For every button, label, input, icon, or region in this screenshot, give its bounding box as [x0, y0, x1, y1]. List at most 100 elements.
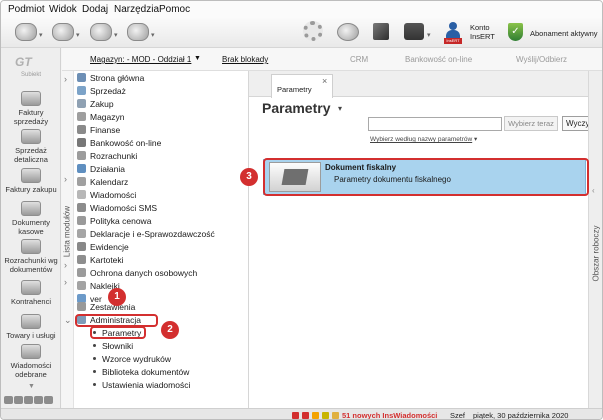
gear-icon[interactable] [303, 21, 323, 41]
nav-wiadomosci[interactable]: Wiadomości odebrane [1, 344, 61, 379]
module-list-strip[interactable]: Lista modułów [62, 71, 74, 408]
account-icon[interactable]: InsERT [444, 22, 462, 44]
chevron-down-icon[interactable]: ▼ [28, 383, 35, 390]
module-kartoteki[interactable]: Kartoteki [77, 255, 124, 265]
module-finanse[interactable]: Finanse [77, 125, 120, 135]
konto-brand: InsERT [470, 32, 495, 41]
nav-dokumenty-kasowe[interactable]: Dokumenty kasowe [1, 201, 61, 236]
chevron-down-icon[interactable]: ▾ [39, 31, 43, 39]
main-toolbar: ▾ ▾ ▾ ▾ ▾ InsERT Konto InsERT ✓ Abonamen… [1, 18, 602, 48]
tab-label: Parametry [277, 85, 312, 94]
tab-parametry[interactable]: Parametry × [271, 74, 333, 98]
computer-icon[interactable] [404, 23, 424, 40]
chevron-down-icon[interactable]: ▾ [338, 104, 342, 113]
module-ochrona-danych[interactable]: Ochrona danych osobowych [77, 268, 197, 278]
warning-icon [312, 412, 319, 419]
chevron-left-icon[interactable]: ‹ [592, 186, 595, 195]
news-status[interactable]: 51 nowych InsWiadomości [342, 411, 437, 419]
module-deklaracje[interactable]: Deklaracje i e-Sprawozdawczość [77, 229, 215, 239]
module-polityka-cenowa[interactable]: Polityka cenowa [77, 216, 151, 226]
crm-button[interactable]: CRM [350, 55, 368, 64]
nav-towary[interactable]: Towary i usługi [1, 314, 61, 340]
nav-faktury-zakupu[interactable]: Faktury zakupu [1, 168, 61, 194]
module-magazyn[interactable]: Magazyn [77, 112, 125, 122]
chevron-down-icon[interactable]: ▾ [151, 31, 155, 39]
search-button[interactable]: Wybierz teraz [504, 116, 558, 131]
highlight-parametry [90, 326, 146, 339]
nav-faktury-sprzedazy[interactable]: Faktury sprzedaży [1, 91, 61, 126]
menu-widok[interactable]: Widok [49, 4, 77, 15]
mail-icon [21, 344, 41, 359]
close-icon[interactable]: × [322, 76, 327, 86]
module-bankowosc[interactable]: Bankowość on-line [77, 138, 161, 148]
chevron-right-icon[interactable]: › [64, 174, 67, 184]
menu-podmiot[interactable]: Podmiot [8, 4, 45, 15]
module-dzialania[interactable]: Działania [77, 164, 125, 174]
chevron-down-icon[interactable]: ▾ [427, 31, 431, 39]
konto-button[interactable]: Konto InsERT [470, 23, 495, 41]
chevron-right-icon[interactable]: › [64, 74, 67, 84]
admin-sub-biblioteka[interactable]: Biblioteka dokumentów [93, 367, 189, 377]
bankowosc-button[interactable]: Bankowość on-line [405, 55, 472, 64]
shield-icon[interactable]: ✓ [508, 23, 523, 41]
chevron-down-icon[interactable]: ▾ [114, 31, 118, 39]
module-rozrachunki[interactable]: Rozrachunki [77, 151, 137, 161]
contacts-icon [21, 280, 41, 295]
module-wiadomosci-sms[interactable]: Wiadomości SMS [77, 203, 157, 213]
module-wiadomosci[interactable]: Wiadomości [77, 190, 136, 200]
nav-shortcuts[interactable] [4, 396, 54, 407]
work-area-label: Obszar roboczy [591, 225, 601, 282]
filter-dropdown[interactable]: Wybierz według nazwy parametrów ▾ [370, 135, 477, 143]
app-window: Podmiot Widok Dodaj Narzędzia Pomoc ▾ ▾ … [0, 0, 603, 420]
nav-sprzedaz-detaliczna[interactable]: Sprzedaż detaliczna [1, 129, 61, 164]
callout-badge-2: 2 [161, 321, 179, 339]
callout-badge-3: 3 [240, 168, 258, 186]
module-list-label: Lista modułów [62, 205, 72, 258]
menu-dodaj[interactable]: Dodaj [82, 4, 108, 15]
admin-sub-slowniki[interactable]: Słowniki [93, 341, 133, 351]
blokady-link[interactable]: Brak blokady [222, 55, 268, 64]
search-input[interactable] [368, 117, 502, 131]
menu-pomoc[interactable]: Pomoc [159, 4, 190, 15]
cash-icon [21, 201, 41, 216]
chevron-right-icon[interactable]: › [64, 260, 67, 270]
menu-narzedzia[interactable]: Narzędzia [114, 4, 159, 15]
chevron-down-icon[interactable]: ▼ [194, 55, 201, 62]
magazyn-selector[interactable]: Magazyn: - MOD - Oddział 1 [90, 55, 191, 64]
module-zestawienia[interactable]: Zestawienia [77, 302, 135, 312]
printer-icon[interactable] [90, 23, 112, 41]
purchase-icon [21, 168, 41, 183]
module-strona-glowna[interactable]: Strona główna [77, 73, 144, 83]
module-kalendarz[interactable]: Kalendarz [77, 177, 128, 187]
module-sprzedaz[interactable]: Sprzedaż [77, 86, 126, 96]
callout-badge-1: 1 [108, 288, 126, 306]
menu-bar: Podmiot Widok Dodaj Narzędzia Pomoc [1, 1, 602, 18]
konto-label: Konto [470, 23, 490, 32]
abonament-status[interactable]: Abonament aktywny [530, 29, 598, 38]
nav-rozrachunki[interactable]: Rozrachunki wg dokumentów [1, 239, 61, 274]
nav-kontrahenci[interactable]: Kontrahenci [1, 280, 61, 306]
cube-icon[interactable] [373, 23, 389, 40]
wyslij-button[interactable]: Wyślij/Odbierz [516, 55, 567, 64]
status-bar: 51 nowych InsWiadomości Szef piątek, 30 … [1, 408, 602, 420]
module-ewidencje[interactable]: Ewidencje [77, 242, 129, 252]
chevron-down-icon[interactable]: ▾ [76, 31, 80, 39]
window-icon[interactable] [52, 23, 74, 41]
admin-sub-ustawienia[interactable]: Ustawienia wiadomości [93, 380, 190, 390]
date-status: piątek, 30 października 2020 [473, 411, 569, 420]
admin-sub-wzorce[interactable]: Wzorce wydruków [93, 354, 171, 364]
settlement-icon [21, 239, 41, 254]
filter-label: Wybierz według nazwy parametrów [370, 136, 473, 143]
page-title: Parametry [262, 100, 331, 116]
globe-icon[interactable] [337, 23, 359, 41]
attach-icon[interactable] [127, 23, 149, 41]
mail-icon [332, 412, 339, 419]
chevron-down-icon[interactable]: ⌄ [64, 315, 72, 326]
module-zakup[interactable]: Zakup [77, 99, 114, 109]
navigation-icon[interactable] [15, 23, 37, 41]
invoice-icon [21, 91, 41, 106]
chevron-right-icon[interactable]: › [64, 277, 67, 287]
highlight-card [263, 158, 589, 196]
context-bar: Magazyn: - MOD - Oddział 1 ▼ Brak blokad… [62, 48, 602, 71]
alert-icon [302, 412, 309, 419]
